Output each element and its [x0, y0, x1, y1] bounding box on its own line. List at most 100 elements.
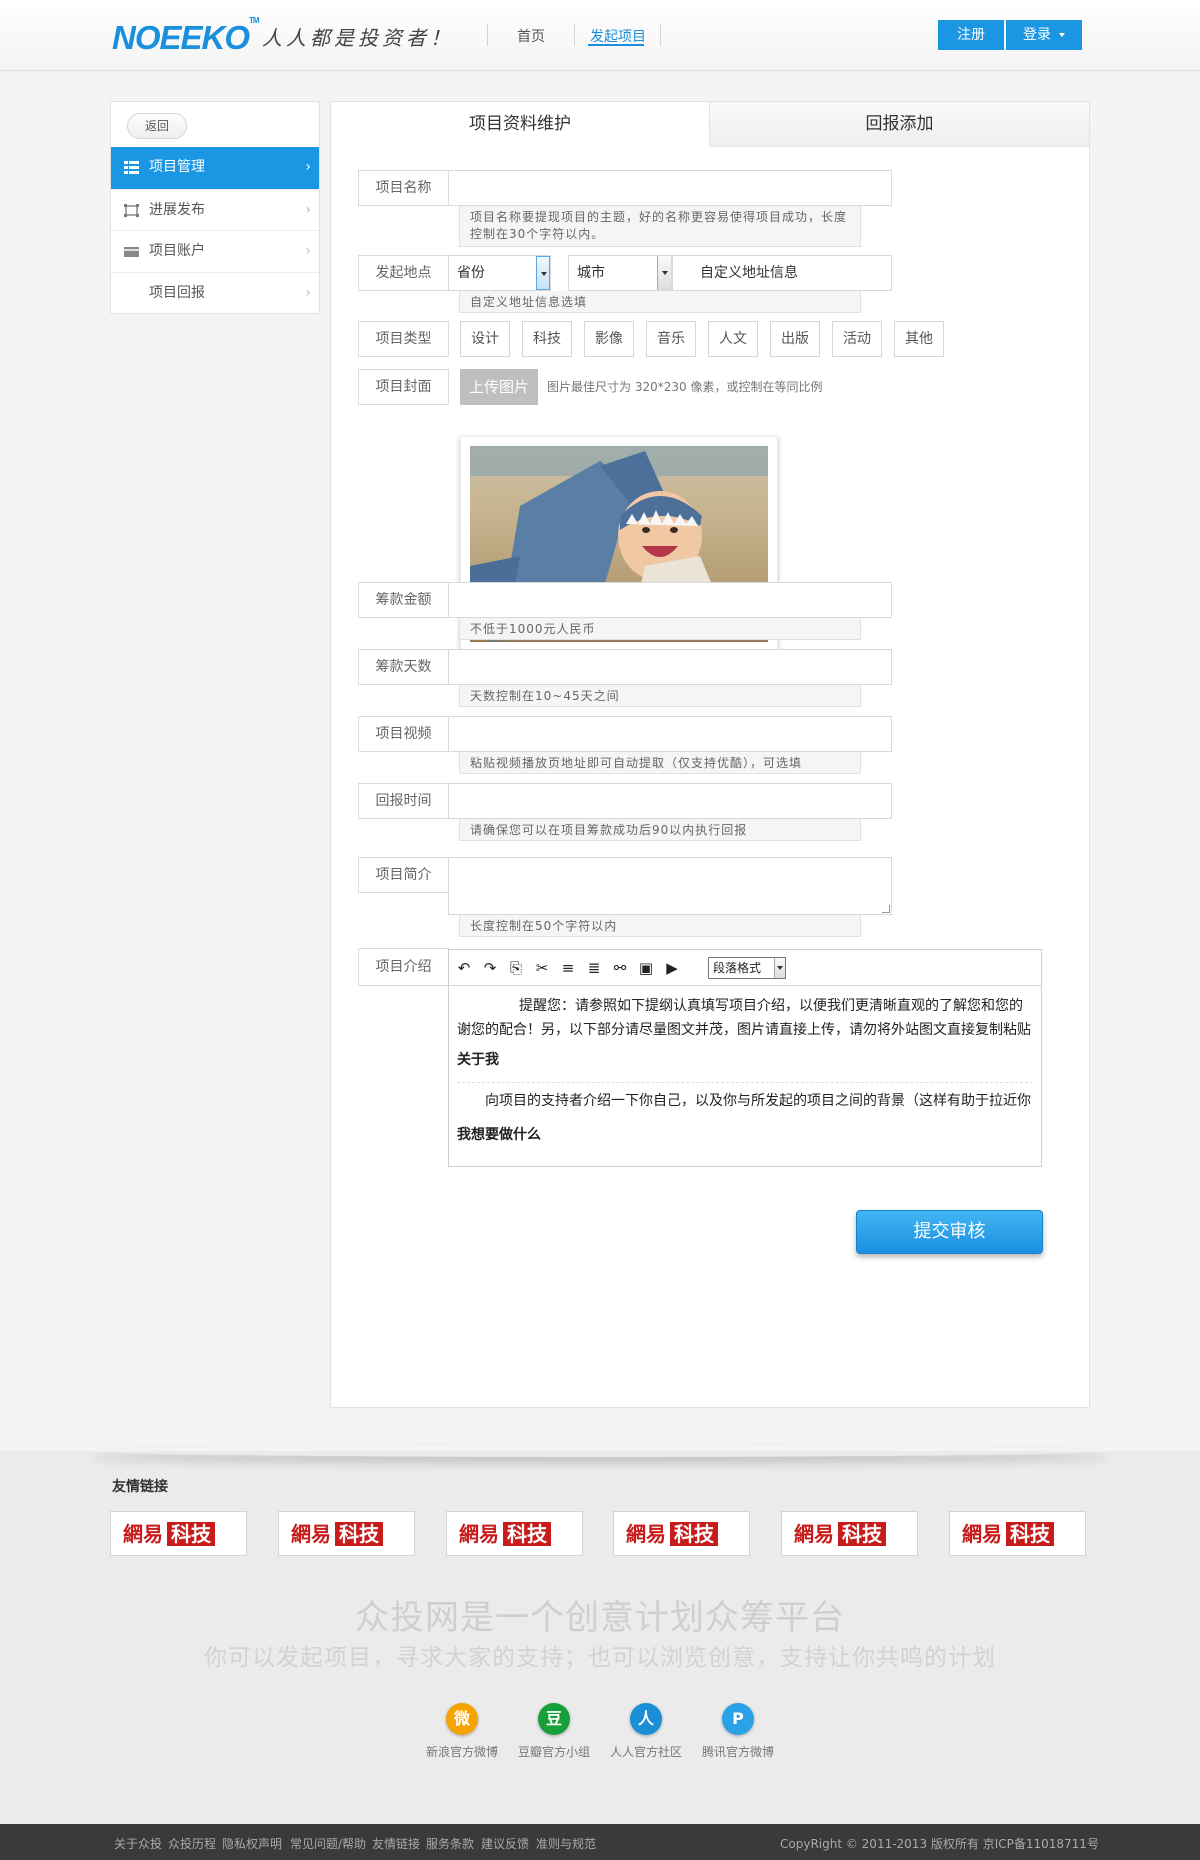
province-value: 省份 — [457, 265, 485, 281]
city-select[interactable]: 城市 — [568, 255, 672, 291]
resize-handle-icon[interactable] — [882, 905, 890, 913]
tab-project-info[interactable]: 项目资料维护 — [331, 102, 709, 147]
editor-divider — [457, 1082, 1033, 1083]
friend-link-text-b: 科技 — [335, 1522, 383, 1546]
friend-link-text-b: 科技 — [670, 1522, 718, 1546]
social-label: 腾讯官方微博 — [701, 1745, 774, 1759]
link-icon[interactable]: ⚯ — [611, 959, 629, 977]
friend-link[interactable]: 網易 科技 — [781, 1511, 918, 1556]
sidebar-item-project-manage[interactable]: 项目管理 › — [111, 147, 319, 189]
submit-review-button[interactable]: 提交审核 — [856, 1210, 1043, 1254]
back-button[interactable]: 返回 — [127, 113, 187, 139]
type-option-other[interactable]: 其他 — [894, 321, 944, 357]
tab-reward-add[interactable]: 回报添加 — [709, 102, 1089, 147]
type-option-video[interactable]: 影像 — [584, 321, 634, 357]
social-link-douban[interactable]: 豆豆瓣官方小组 — [511, 1703, 597, 1760]
friend-link[interactable]: 網易 科技 — [278, 1511, 415, 1556]
bottom-link-feedback[interactable]: 建议反馈 — [481, 1835, 529, 1852]
bottom-link-terms[interactable]: 服务条款 — [426, 1835, 474, 1852]
logo-text: NOEEKO — [112, 19, 250, 56]
friend-link-text-b: 科技 — [1006, 1522, 1054, 1546]
summary-hint: 长度控制在50个字符以内 — [459, 915, 861, 937]
amount-input[interactable] — [448, 582, 892, 618]
align-left-icon[interactable]: ≡ — [559, 959, 577, 977]
site-header: NOEEKOTM 人人都是投资者！ 首页 发起项目 注册 登录 — [0, 0, 1200, 71]
bottom-link-rules[interactable]: 准则与规范 — [536, 1835, 596, 1852]
type-option-music[interactable]: 音乐 — [646, 321, 696, 357]
project-name-input[interactable] — [448, 170, 892, 206]
redo-icon[interactable]: ↷ — [481, 959, 499, 977]
site-logo[interactable]: NOEEKOTM — [112, 16, 260, 56]
sidebar-item-account[interactable]: 项目账户 › — [111, 230, 319, 272]
friend-link-text-b: 科技 — [838, 1522, 886, 1546]
paste-icon[interactable]: ⎘ — [507, 959, 525, 977]
bottom-link-faq[interactable]: 常见问题/帮助 — [290, 1835, 366, 1852]
friend-link-text-a: 網易 — [459, 1522, 499, 1546]
bottom-link-about[interactable]: 关于众投 — [114, 1835, 162, 1852]
align-center-icon[interactable]: ≣ — [585, 959, 603, 977]
custom-address-input[interactable]: 自定义地址信息 — [672, 255, 892, 291]
days-input[interactable] — [448, 649, 892, 685]
frame-icon — [124, 204, 139, 217]
city-value: 城市 — [577, 265, 605, 281]
summary-label: 项目简介 — [358, 857, 449, 893]
friend-link-text-b: 科技 — [503, 1522, 551, 1546]
bottom-link-privacy[interactable]: 隐私权声明 — [222, 1835, 282, 1852]
chevron-down-icon — [536, 256, 550, 290]
social-link-renren[interactable]: 人人人官方社区 — [603, 1703, 689, 1760]
footer-shadow — [90, 1445, 1110, 1457]
bottom-link-friends[interactable]: 友情链接 — [372, 1835, 420, 1852]
type-option-culture[interactable]: 人文 — [708, 321, 758, 357]
social-link-tencent[interactable]: P 腾讯官方微博 — [695, 1703, 781, 1760]
friend-link[interactable]: 網易 科技 — [446, 1511, 583, 1556]
editor-toolbar: ↶ ↷ ⎘ ✂ ≡ ≣ ⚯ ▣ ▶ 段落格式 — [449, 950, 1041, 986]
location-label: 发起地点 — [358, 255, 449, 291]
tencent-weibo-icon: P — [722, 1703, 754, 1735]
editor-content[interactable]: 提醒您：请参照如下提纲认真填写项目介绍，以便我们更清晰直观的了解您和您的谢您的配… — [457, 994, 1033, 1147]
reward-time-input[interactable] — [448, 783, 892, 819]
friend-link-logo: 網易 科技 — [123, 1522, 215, 1546]
friend-link-text-a: 網易 — [626, 1522, 666, 1546]
reward-time-label: 回报时间 — [358, 783, 449, 819]
editor-heading-about: 关于我 — [457, 1052, 499, 1068]
video-input[interactable] — [448, 716, 892, 752]
friend-link-text-a: 網易 — [794, 1522, 834, 1546]
sidebar-item-progress[interactable]: 进展发布 › — [111, 189, 319, 231]
paragraph-format-select[interactable]: 段落格式 — [708, 957, 786, 979]
type-option-design[interactable]: 设计 — [460, 321, 510, 357]
friend-link-text-b: 科技 — [167, 1522, 215, 1546]
editor-reminder-text: 提醒您：请参照如下提纲认真填写项目介绍，以便我们更清晰直观的了解您和您的谢您的配… — [457, 998, 1031, 1038]
type-option-tech[interactable]: 科技 — [522, 321, 572, 357]
footer-sub-slogan: 你可以发起项目，寻求大家的支持；也可以浏览创意，支持让你共鸣的计划 — [204, 1645, 996, 1671]
sidebar-item-label: 项目管理 — [149, 159, 205, 175]
cut-icon[interactable]: ✂ — [533, 959, 551, 977]
nav-home[interactable]: 首页 — [517, 26, 545, 46]
summary-textarea[interactable] — [448, 857, 892, 915]
friend-link[interactable]: 網易 科技 — [949, 1511, 1086, 1556]
copyright-text: CopyRight © 2011-2013 版权所有 京ICP备11018711… — [780, 1837, 1099, 1851]
amount-hint: 不低于1000元人民币 — [459, 618, 861, 640]
weibo-icon: 微 — [446, 1703, 478, 1735]
type-option-publish[interactable]: 出版 — [770, 321, 820, 357]
douban-icon: 豆 — [538, 1703, 570, 1735]
chevron-down-icon — [774, 958, 785, 978]
province-select[interactable]: 省份 — [448, 255, 551, 291]
friend-link-text-a: 網易 — [291, 1522, 331, 1546]
social-link-weibo[interactable]: 微新浪官方微博 — [419, 1703, 505, 1760]
bottom-link-history[interactable]: 众投历程 — [168, 1835, 216, 1852]
chevron-right-icon: › — [305, 285, 311, 301]
friend-link[interactable]: 網易 科技 — [613, 1511, 750, 1556]
register-button[interactable]: 注册 — [938, 20, 1004, 50]
sidebar-item-rewards[interactable]: 项目回报 › — [111, 272, 319, 314]
days-label: 筹款天数 — [358, 649, 449, 685]
video-icon[interactable]: ▶ — [663, 959, 681, 977]
friend-link[interactable]: 網易 科技 — [110, 1511, 247, 1556]
nav-launch-project[interactable]: 发起项目 — [590, 26, 646, 46]
login-button[interactable]: 登录 — [1006, 20, 1082, 50]
type-option-event[interactable]: 活动 — [832, 321, 882, 357]
upload-image-button[interactable]: 上传图片 — [460, 369, 538, 405]
image-icon[interactable]: ▣ — [637, 959, 655, 977]
undo-icon[interactable]: ↶ — [455, 959, 473, 977]
friend-link-logo: 網易 科技 — [626, 1522, 718, 1546]
rich-text-editor[interactable]: ↶ ↷ ⎘ ✂ ≡ ≣ ⚯ ▣ ▶ 段落格式 提醒您：请参照如下提纲认真填写项目… — [448, 949, 1042, 1167]
